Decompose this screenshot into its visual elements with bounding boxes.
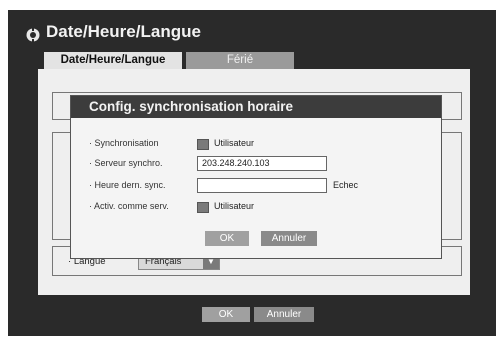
activate-server-checkbox-label: Utilisateur (214, 201, 255, 211)
window-title: Date/Heure/Langue (46, 22, 201, 41)
dialog-cancel-button[interactable]: Annuler (261, 231, 317, 246)
cancel-button[interactable]: Annuler (254, 307, 314, 322)
server-label: · Serveur synchro. (89, 158, 163, 168)
dialog-ok-button[interactable]: OK (205, 231, 249, 246)
sync-label: · Synchronisation (89, 138, 159, 148)
tab-ferie[interactable]: Férié (186, 52, 294, 69)
server-input[interactable]: 203.248.240.103 (197, 156, 327, 171)
activate-server-label: · Activ. comme serv. (89, 201, 169, 211)
dialog-title: Config. synchronisation horaire (89, 99, 294, 114)
tab-date-heure-langue[interactable]: Date/Heure/Langue (44, 52, 182, 69)
gear-icon (26, 28, 40, 42)
sync-checkbox[interactable] (197, 139, 209, 150)
dialog-header: Config. synchronisation horaire (71, 96, 441, 118)
last-sync-label: · Heure dern. sync. (89, 180, 166, 190)
sync-checkbox-label: Utilisateur (214, 138, 255, 148)
time-sync-dialog: Config. synchronisation horaire · Synchr… (70, 95, 442, 259)
ok-button[interactable]: OK (202, 307, 250, 322)
last-sync-field (197, 178, 327, 193)
activate-server-checkbox[interactable] (197, 202, 209, 213)
last-sync-status: Echec (333, 180, 359, 190)
